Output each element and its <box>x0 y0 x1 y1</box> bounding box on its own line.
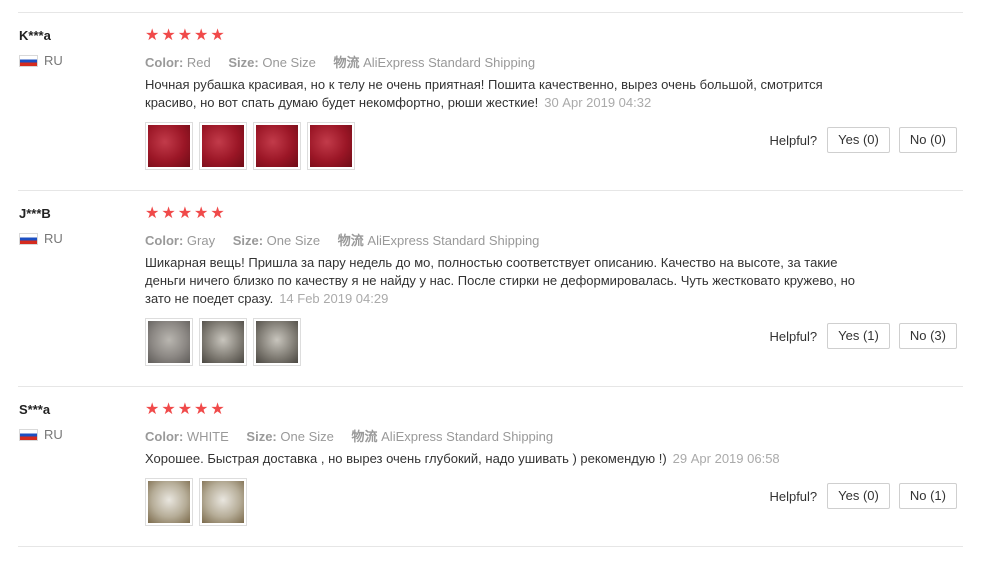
review-text: Ночная рубашка красивая, но к телу не оч… <box>145 76 865 112</box>
review-date: 29 Apr 2019 06:58 <box>672 451 780 466</box>
helpful-vote: Helpful? Yes (0) No (1) <box>769 483 957 509</box>
order-info: Color: Gray Size: One Size 物流 AliExpress… <box>145 230 553 249</box>
star-rating: ★ ★ ★ ★ ★ <box>145 402 225 418</box>
color-value: Gray <box>186 233 216 248</box>
star-icon: ★ <box>210 205 225 222</box>
review-photo-thumbnail[interactable] <box>199 478 247 526</box>
star-rating: ★ ★ ★ ★ ★ <box>145 206 225 222</box>
helpful-no-button[interactable]: No (1) <box>898 483 957 509</box>
helpful-vote: Helpful? Yes (0) No (0) <box>769 127 957 153</box>
helpful-no-button[interactable]: No (3) <box>898 323 957 349</box>
star-icon: ★ <box>177 205 193 222</box>
star-icon: ★ <box>145 205 160 222</box>
color-label: Color: <box>145 233 184 248</box>
review-text: Хорошее. Быстрая доставка , но вырез оче… <box>145 450 865 468</box>
size-value: One Size <box>280 429 334 444</box>
color-label: Color: <box>145 429 184 444</box>
review-photo-thumbnail[interactable] <box>145 478 193 526</box>
helpful-label: Helpful? <box>769 132 818 148</box>
russia-flag-icon <box>19 232 38 245</box>
color-value: Red <box>186 55 211 70</box>
color-value: WHITE <box>186 429 229 444</box>
star-rating: ★ ★ ★ ★ ★ <box>145 28 225 44</box>
review-photos <box>145 122 355 170</box>
reviewer-name: K***a <box>19 28 51 43</box>
review-body: Шикарная вещь! Пришла за пару недель до … <box>145 255 855 306</box>
review-body: Хорошее. Быстрая доставка , но вырез оче… <box>145 451 667 466</box>
star-icon: ★ <box>145 401 160 418</box>
star-icon: ★ <box>194 401 209 418</box>
shipping-value: AliExpress Standard Shipping <box>367 233 540 248</box>
helpful-yes-button[interactable]: Yes (0) <box>827 127 890 153</box>
star-icon: ★ <box>145 27 160 44</box>
color-label: Color: <box>145 55 184 70</box>
star-icon: ★ <box>177 401 193 418</box>
helpful-label: Helpful? <box>769 488 818 504</box>
star-icon: ★ <box>194 205 209 222</box>
divider <box>18 12 963 13</box>
review-date: 30 Apr 2019 04:32 <box>544 95 652 110</box>
reviewer-name: S***a <box>19 402 51 417</box>
size-label: Size: <box>246 429 277 444</box>
review-photo-thumbnail[interactable] <box>145 122 193 170</box>
country-code: RU <box>44 231 63 246</box>
helpful-no-button[interactable]: No (0) <box>898 127 957 153</box>
order-info: Color: WHITE Size: One Size 物流 AliExpres… <box>145 426 567 445</box>
star-icon: ★ <box>210 401 225 418</box>
helpful-yes-button[interactable]: Yes (1) <box>827 323 890 349</box>
star-icon: ★ <box>161 205 176 222</box>
reviewer-country: RU <box>19 231 63 246</box>
review-photo-thumbnail[interactable] <box>307 122 355 170</box>
shipping-value: AliExpress Standard Shipping <box>363 55 536 70</box>
review-photo-thumbnail[interactable] <box>199 318 247 366</box>
helpful-yes-button[interactable]: Yes (0) <box>827 483 890 509</box>
size-value: One Size <box>262 55 316 70</box>
helpful-vote: Helpful? Yes (1) No (3) <box>769 323 957 349</box>
helpful-label: Helpful? <box>769 328 818 344</box>
country-code: RU <box>44 427 63 442</box>
review-photo-thumbnail[interactable] <box>145 318 193 366</box>
star-icon: ★ <box>161 27 176 44</box>
star-icon: ★ <box>177 27 193 44</box>
review-date: 14 Feb 2019 04:29 <box>279 291 389 306</box>
review-photos <box>145 478 247 526</box>
divider <box>18 190 963 191</box>
country-code: RU <box>44 53 63 68</box>
order-info: Color: Red Size: One Size 物流 AliExpress … <box>145 52 549 71</box>
reviewer-country: RU <box>19 53 63 68</box>
shipping-value: AliExpress Standard Shipping <box>381 429 554 444</box>
review-list: K***a RU ★ ★ ★ ★ ★ Color: Red Size: One … <box>0 0 983 563</box>
size-label: Size: <box>232 233 264 248</box>
reviewer-name: J***B <box>19 206 51 221</box>
star-icon: ★ <box>210 27 225 44</box>
shipping-label: 物流 <box>351 430 378 445</box>
reviewer-country: RU <box>19 427 63 442</box>
shipping-label: 物流 <box>337 234 364 249</box>
review-photo-thumbnail[interactable] <box>253 122 301 170</box>
review-photos <box>145 318 301 366</box>
divider <box>18 386 963 387</box>
russia-flag-icon <box>19 54 38 67</box>
star-icon: ★ <box>161 401 176 418</box>
review-photo-thumbnail[interactable] <box>253 318 301 366</box>
review-text: Шикарная вещь! Пришла за пару недель до … <box>145 254 865 308</box>
russia-flag-icon <box>19 428 38 441</box>
size-label: Size: <box>228 55 259 70</box>
review-photo-thumbnail[interactable] <box>199 122 247 170</box>
shipping-label: 物流 <box>333 56 360 71</box>
review-body: Ночная рубашка красивая, но к телу не оч… <box>145 77 823 110</box>
size-value: One Size <box>266 233 321 248</box>
star-icon: ★ <box>194 27 209 44</box>
divider <box>18 546 963 547</box>
